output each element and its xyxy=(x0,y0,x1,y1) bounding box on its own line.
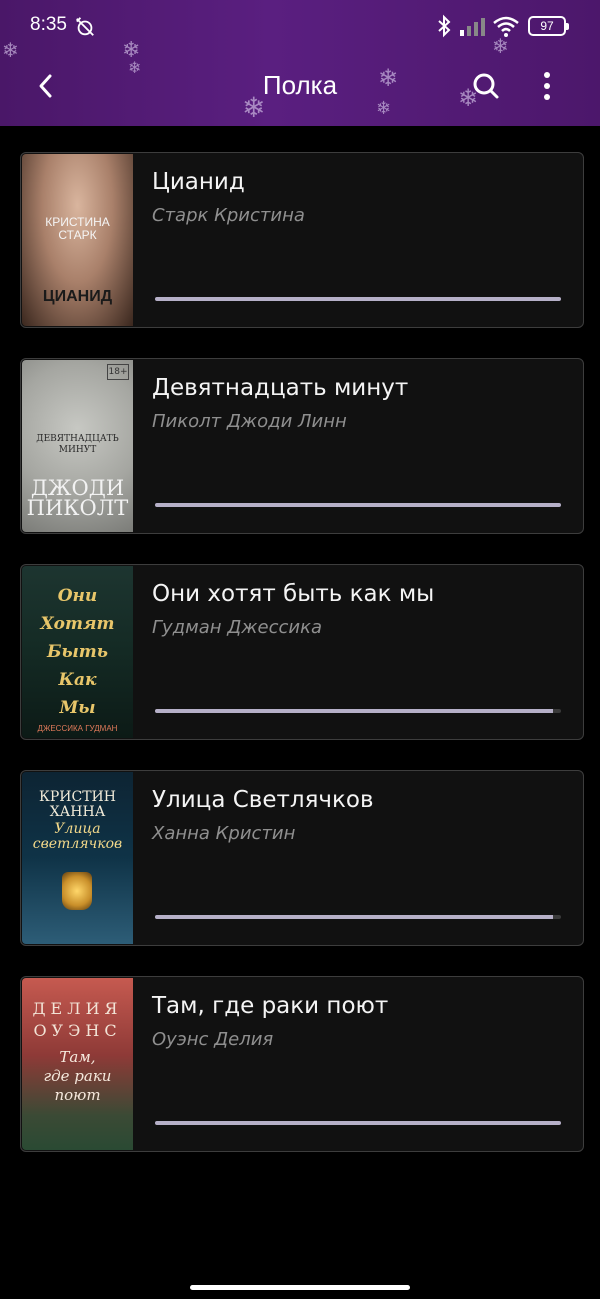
book-title: Улица Светлячков xyxy=(152,787,374,813)
bluetooth-icon xyxy=(438,14,451,38)
book-title: Они хотят быть как мы xyxy=(152,581,435,607)
more-vert-icon xyxy=(544,72,550,100)
search-button[interactable] xyxy=(466,66,506,106)
status-time: 8:35 xyxy=(30,14,67,35)
book-title: Девятнадцать минут xyxy=(152,375,409,401)
book-card[interactable]: КРИСТИНА СТАРК ЦИАНИД Цианид Старк Кристи… xyxy=(20,152,584,328)
more-options-button[interactable] xyxy=(530,66,564,106)
progress-fill xyxy=(155,915,553,919)
book-cover: КРИСТИН ХАННА Улица светлячков xyxy=(22,772,133,944)
book-cover: Они Хотят Быть Как Мы ДЖЕССИКА ГУДМАН xyxy=(22,566,133,738)
book-author: Гудман Джессика xyxy=(152,617,322,638)
reading-progress-bar xyxy=(155,1121,561,1125)
book-card[interactable]: ДЕВЯТНАДЦАТЬ МИНУТ ДЖОДИ ПИКОЛТ 18+ Девятн… xyxy=(20,358,584,534)
app-bar: Полка xyxy=(0,52,600,126)
progress-fill xyxy=(155,503,561,507)
book-card[interactable]: КРИСТИН ХАННА Улица светлячков Улица Светл… xyxy=(20,770,584,946)
book-author: Ханна Кристин xyxy=(152,823,296,844)
progress-fill xyxy=(155,709,553,713)
alarm-off-icon xyxy=(76,17,94,36)
book-cover: ДЕВЯТНАДЦАТЬ МИНУТ ДЖОДИ ПИКОЛТ 18+ xyxy=(22,360,133,532)
search-icon xyxy=(473,73,499,99)
book-title: Цианид xyxy=(152,169,245,195)
book-title: Там, где раки поют xyxy=(152,993,389,1019)
home-indicator[interactable] xyxy=(190,1285,410,1290)
book-card[interactable]: Они Хотят Быть Как Мы ДЖЕССИКА ГУДМАН Они хо… xyxy=(20,564,584,740)
progress-fill xyxy=(155,1121,561,1125)
signal-icon xyxy=(460,18,485,36)
page-title: Полка xyxy=(262,70,338,100)
wifi-icon xyxy=(493,16,519,37)
reading-progress-bar xyxy=(155,503,561,507)
book-author: Старк Кристина xyxy=(152,205,305,226)
battery-icon: 97 xyxy=(528,16,569,36)
book-list: КРИСТИНА СТАРК ЦИАНИД Цианид Старк Кристи… xyxy=(20,152,584,1182)
app-header: ❄ ❄ ❄ ❄ ❄ ❄ ❄ ❄ 8:35 97 Полка xyxy=(0,0,600,126)
status-bar: 8:35 97 xyxy=(0,0,600,52)
book-author: Оуэнс Делия xyxy=(152,1029,274,1050)
book-card[interactable]: ДЕЛИЯ ОУЭНС Там, где раки поют Там, где рак… xyxy=(20,976,584,1152)
reading-progress-bar xyxy=(155,297,561,301)
reading-progress-bar xyxy=(155,915,561,919)
book-author: Пиколт Джоди Линн xyxy=(152,411,347,432)
book-cover: ДЕЛИЯ ОУЭНС Там, где раки поют xyxy=(22,978,133,1150)
book-cover: КРИСТИНА СТАРК ЦИАНИД xyxy=(22,154,133,326)
reading-progress-bar xyxy=(155,709,561,713)
progress-fill xyxy=(155,297,561,301)
